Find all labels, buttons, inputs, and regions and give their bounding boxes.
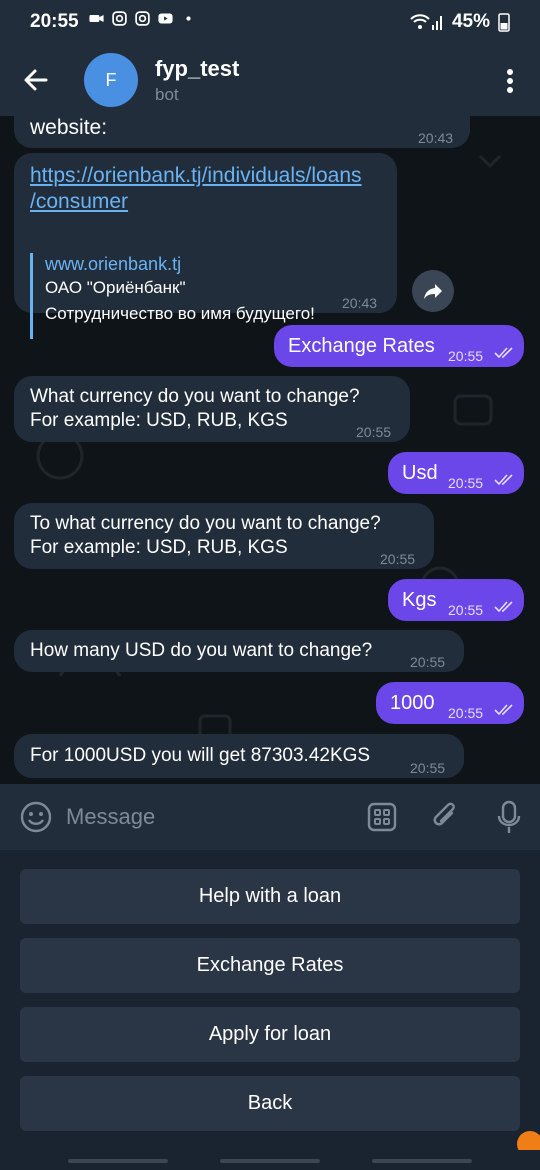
message-bubble: To what currency do you want to change? … bbox=[14, 503, 434, 569]
message-bubble-outgoing: Kgs 20:55 bbox=[388, 579, 524, 621]
chat-title[interactable]: fyp_test bbox=[155, 56, 239, 82]
message-time: 20:55 bbox=[410, 654, 446, 670]
status-icons bbox=[88, 10, 197, 27]
message-time: 20:55 bbox=[410, 760, 446, 776]
back-arrow-icon[interactable] bbox=[20, 64, 52, 96]
keyboard-button-apply-loan[interactable]: Apply for loan bbox=[20, 1007, 520, 1062]
share-arrow-icon bbox=[424, 284, 442, 299]
preview-site: www.orienbank.tj bbox=[45, 254, 182, 274]
message-time: 20:43 bbox=[418, 130, 454, 146]
double-check-icon bbox=[494, 704, 513, 716]
battery-icon bbox=[498, 13, 510, 32]
message-text: Usd bbox=[402, 462, 438, 484]
message-bubble: What currency do you want to change? For… bbox=[14, 376, 410, 442]
double-check-icon bbox=[494, 601, 513, 613]
double-check-icon bbox=[494, 347, 513, 359]
keyboard-button-help-loan[interactable]: Help with a loan bbox=[20, 869, 520, 924]
battery-percent: 45% bbox=[451, 11, 490, 32]
dot-icon bbox=[186, 16, 191, 21]
avatar[interactable]: F bbox=[84, 53, 138, 107]
status-time: 20:55 bbox=[30, 11, 79, 32]
video-icon bbox=[89, 14, 104, 23]
message-composer: Message bbox=[0, 784, 540, 850]
message-link[interactable]: https://orienbank.tj/individuals/loans /… bbox=[30, 163, 390, 215]
bot-keyboard-icon[interactable] bbox=[367, 802, 397, 832]
more-vertical-icon[interactable] bbox=[500, 66, 520, 96]
emoji-icon[interactable] bbox=[20, 801, 52, 833]
message-line-2: For example: USD, RUB, KGS bbox=[30, 537, 288, 558]
message-text: Exchange Rates bbox=[288, 335, 435, 357]
chat-area[interactable]: website: 20:43 https://orienbank.tj/indi… bbox=[0, 116, 540, 784]
message-time: 20:55 bbox=[448, 602, 484, 618]
chat-header: F fyp_test bot bbox=[0, 44, 540, 116]
message-line-2: For example: USD, RUB, KGS bbox=[30, 410, 288, 431]
message-time: 20:55 bbox=[356, 424, 392, 440]
message-line-1: To what currency do you want to change? bbox=[30, 513, 381, 534]
wifi-signal-icon bbox=[410, 14, 442, 30]
message-time: 20:55 bbox=[448, 705, 484, 721]
message-time: 20:55 bbox=[448, 348, 484, 364]
nav-line-center[interactable] bbox=[220, 1159, 320, 1163]
message-text: How many USD do you want to change? bbox=[30, 640, 373, 661]
message-input[interactable]: Message bbox=[66, 804, 155, 830]
instagram-icon bbox=[135, 11, 150, 26]
message-text: Kgs bbox=[402, 589, 437, 611]
message-bubble-link: https://orienbank.tj/individuals/loans /… bbox=[14, 153, 397, 339]
message-time: 20:43 bbox=[342, 295, 378, 311]
keyboard-button-exchange-rates[interactable]: Exchange Rates bbox=[20, 938, 520, 993]
message-bubble: website: 20:43 bbox=[14, 116, 470, 148]
preview-title: ОАО "Ориёнбанк" bbox=[45, 278, 186, 297]
message-text: 1000 bbox=[390, 692, 435, 714]
message-text: website: bbox=[30, 116, 108, 139]
nav-line-right[interactable] bbox=[372, 1159, 472, 1163]
message-text: For 1000USD you will get 87303.42KGS bbox=[30, 745, 371, 766]
system-nav-bar bbox=[0, 1150, 540, 1170]
instagram-icon bbox=[112, 11, 127, 26]
message-bubble: How many USD do you want to change? 20:5… bbox=[14, 630, 464, 672]
youtube-icon bbox=[158, 13, 173, 24]
chat-subtitle: bot bbox=[155, 85, 179, 104]
message-time: 20:55 bbox=[448, 475, 484, 491]
nav-line-left[interactable] bbox=[68, 1159, 168, 1163]
message-line-1: What currency do you want to change? bbox=[30, 386, 360, 407]
microphone-icon[interactable] bbox=[496, 800, 522, 834]
link-part-1[interactable]: https://orienbank.tj/individuals/loans bbox=[30, 164, 362, 187]
keyboard-button-back[interactable]: Back bbox=[20, 1076, 520, 1131]
link-part-2[interactable]: /consumer bbox=[30, 190, 128, 213]
message-bubble-outgoing: Exchange Rates 20:55 bbox=[274, 325, 524, 367]
double-check-icon bbox=[494, 474, 513, 486]
attach-icon[interactable] bbox=[430, 801, 460, 833]
message-time: 20:55 bbox=[380, 551, 416, 567]
message-bubble-outgoing: Usd 20:55 bbox=[388, 452, 524, 494]
bot-reply-keyboard: Help with a loan Exchange Rates Apply fo… bbox=[0, 850, 540, 1170]
status-right: 45% bbox=[410, 11, 510, 33]
preview-description: Сотрудничество во имя будущего! bbox=[45, 304, 315, 323]
message-bubble-outgoing: 1000 20:55 bbox=[376, 682, 524, 724]
forward-button[interactable] bbox=[412, 270, 454, 312]
message-bubble: For 1000USD you will get 87303.42KGS 20:… bbox=[14, 734, 464, 778]
status-bar: 20:55 45% bbox=[0, 0, 540, 44]
